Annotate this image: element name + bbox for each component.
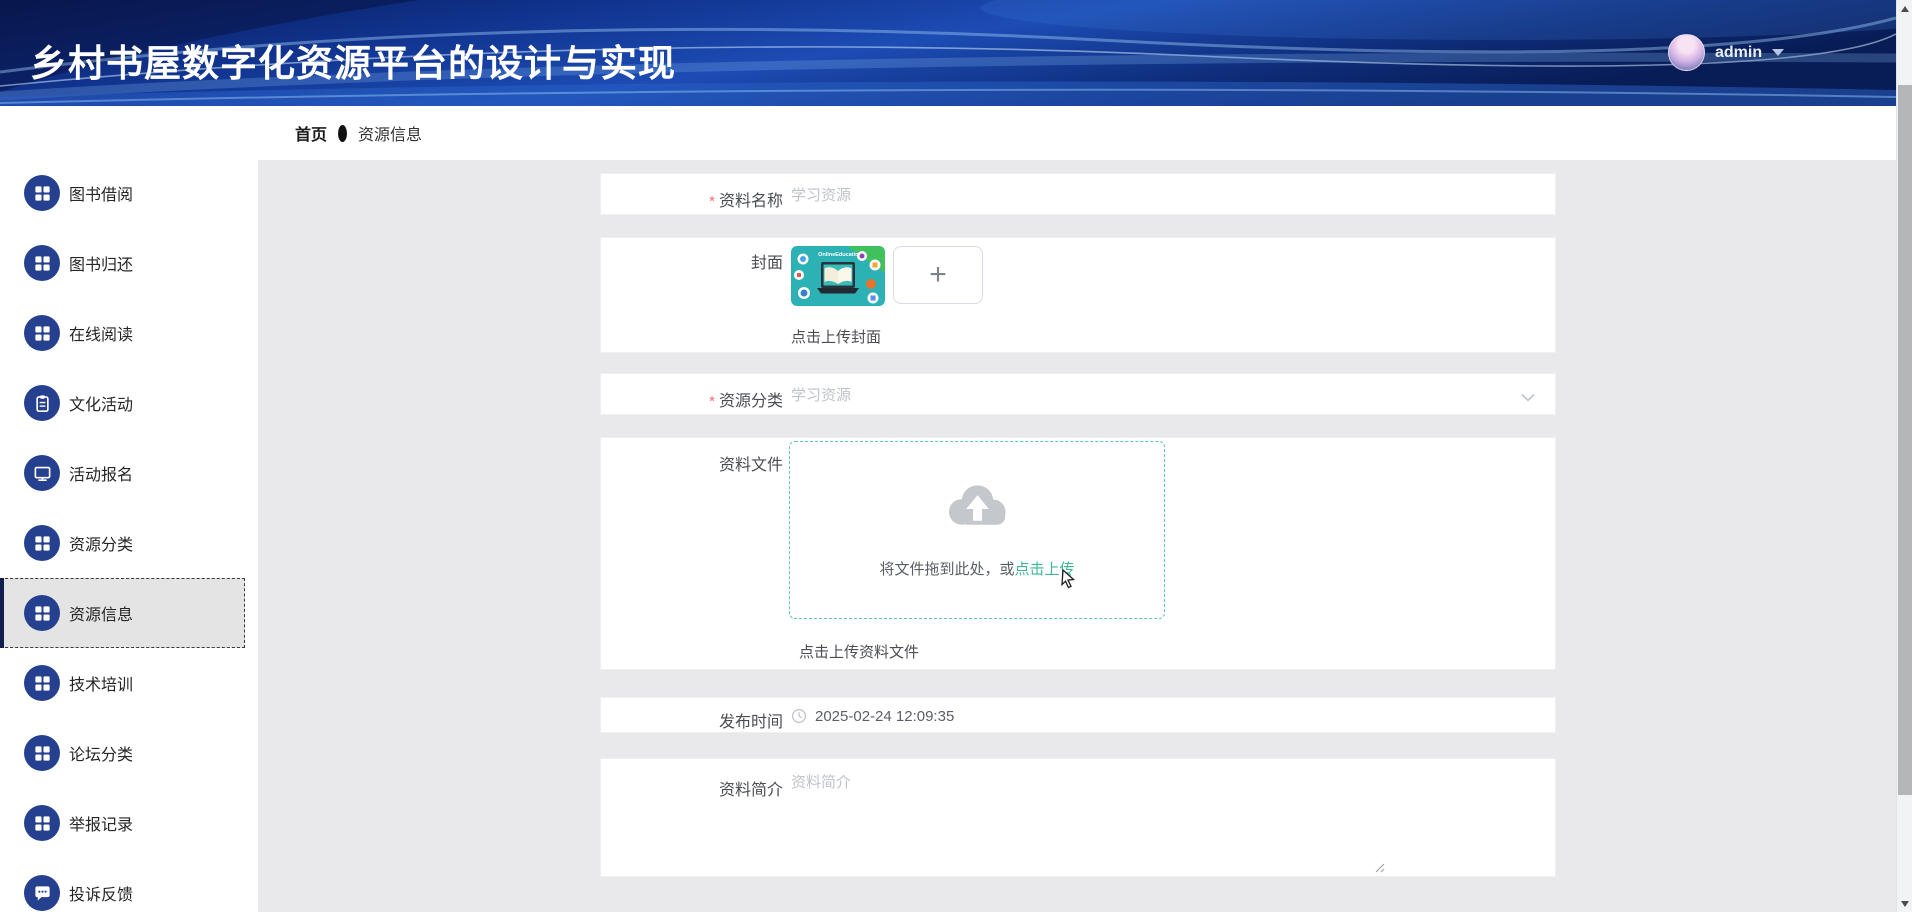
- grid-icon: [24, 735, 60, 771]
- scrollbar[interactable]: [1896, 0, 1912, 912]
- scrollbar-thumb[interactable]: [1898, 85, 1912, 795]
- file-upload-hint: 点击上传资料文件: [799, 641, 919, 662]
- sidebar-item-report-records[interactable]: 举报记录: [0, 788, 258, 858]
- mouse-cursor-icon: [1058, 568, 1078, 590]
- page: 乡村书屋数字化资源平台的设计与实现 admin 首页 资源信息 图书借阅 图书归…: [0, 0, 1912, 912]
- sidebar-item-book-return[interactable]: 图书归还: [0, 228, 258, 298]
- sidebar-item-culture-activity[interactable]: 文化活动: [0, 368, 258, 438]
- sidebar-item-label: 资源分类: [69, 531, 133, 555]
- category-select[interactable]: [791, 382, 1521, 408]
- sidebar-item-forum-category[interactable]: 论坛分类: [0, 718, 258, 788]
- required-asterisk: *: [709, 393, 715, 410]
- grid-icon: [24, 315, 60, 351]
- sidebar-item-label: 技术培训: [69, 671, 133, 695]
- sidebar-item-activity-signup[interactable]: 活动报名: [0, 438, 258, 508]
- sidebar-item-label: 活动报名: [69, 461, 133, 485]
- chat-icon: [24, 875, 60, 911]
- sidebar-item-online-reading[interactable]: 在线阅读: [0, 298, 258, 368]
- user-menu[interactable]: admin: [1668, 34, 1784, 71]
- grid-icon: [24, 175, 60, 211]
- form-row-cover: 封面 OnlineEducation: [600, 237, 1556, 353]
- avatar: [1668, 34, 1705, 71]
- intro-textarea[interactable]: [791, 771, 1391, 867]
- breadcrumb-separator: [338, 125, 347, 142]
- sidebar-item-book-borrow[interactable]: 图书借阅: [0, 158, 258, 228]
- sidebar-item-label: 在线阅读: [69, 321, 133, 345]
- monitor-icon: [24, 455, 60, 491]
- triangle-down-icon: [1901, 901, 1909, 907]
- grid-icon: [24, 805, 60, 841]
- page-title: 乡村书屋数字化资源平台的设计与实现: [30, 33, 676, 87]
- sidebar-item-label: 举报记录: [69, 811, 133, 835]
- sidebar-item-label: 文化活动: [69, 391, 133, 415]
- grid-icon: [24, 245, 60, 281]
- form-row-name: *资料名称: [600, 173, 1556, 215]
- cover-upload-hint: 点击上传封面: [791, 326, 881, 347]
- add-cover-button[interactable]: +: [893, 246, 983, 304]
- sidebar-item-label: 投诉反馈: [69, 881, 133, 905]
- publish-time-value[interactable]: 2025-02-24 12:09:35: [815, 708, 954, 725]
- sidebar-item-tech-training[interactable]: 技术培训: [0, 648, 258, 718]
- publish-time-label: 发布时间: [601, 708, 783, 732]
- breadcrumb-home[interactable]: 首页: [295, 121, 327, 145]
- plus-icon: +: [929, 260, 947, 290]
- file-dropzone[interactable]: 将文件拖到此处，或点击上传: [789, 441, 1165, 619]
- sidebar: 图书借阅 图书归还 在线阅读 文化活动 活动报名: [0, 106, 258, 912]
- textarea-resize-handle[interactable]: [1373, 861, 1385, 873]
- clipboard-icon: [24, 385, 60, 421]
- dropzone-text: 将文件拖到此处，或点击上传: [790, 558, 1164, 579]
- sidebar-item-resource-category[interactable]: 资源分类: [0, 508, 258, 578]
- file-label: 资料文件: [601, 451, 783, 475]
- svg-text:OnlineEducation: OnlineEducation: [818, 252, 862, 258]
- sidebar-item-label: 图书归还: [69, 251, 133, 275]
- clock-icon: [791, 708, 807, 724]
- form-row-file: 资料文件 将文件拖到此处，或点击上传: [600, 437, 1556, 670]
- cover-label: 封面: [601, 249, 783, 273]
- breadcrumb-current: 资源信息: [358, 121, 422, 145]
- cover-thumbnail[interactable]: OnlineEducation: [791, 246, 885, 306]
- sidebar-item-label: 论坛分类: [69, 741, 133, 765]
- app-header: 乡村书屋数字化资源平台的设计与实现 admin: [0, 0, 1896, 106]
- scroll-up-button[interactable]: [1897, 0, 1912, 17]
- sidebar-item-complaint-feedback[interactable]: 投诉反馈: [0, 858, 258, 912]
- form-row-publish-time: 发布时间 2025-02-24 12:09:35: [600, 697, 1556, 733]
- breadcrumb: 首页 资源信息: [258, 106, 1896, 160]
- sidebar-item-label: 资源信息: [69, 601, 133, 625]
- main-content: *资料名称 封面 OnlineEducation: [258, 160, 1896, 912]
- grid-icon: [24, 665, 60, 701]
- triangle-up-icon: [1901, 6, 1909, 12]
- form-row-intro: 资料简介: [600, 758, 1556, 877]
- intro-label: 资料简介: [601, 776, 783, 800]
- cloud-upload-icon: [944, 480, 1010, 532]
- name-input[interactable]: [791, 182, 1521, 208]
- required-asterisk: *: [709, 193, 715, 210]
- sidebar-item-label: 图书借阅: [69, 181, 133, 205]
- grid-icon: [24, 525, 60, 561]
- scroll-down-button[interactable]: [1897, 895, 1912, 912]
- cover-illustration: OnlineEducation: [791, 246, 885, 306]
- grid-icon: [24, 595, 60, 631]
- name-label: *资料名称: [601, 187, 783, 211]
- form-row-category: *资源分类: [600, 373, 1556, 415]
- category-label: *资源分类: [601, 387, 783, 411]
- sidebar-item-resource-info[interactable]: 资源信息: [0, 578, 245, 648]
- chevron-down-icon[interactable]: [1521, 389, 1535, 407]
- username: admin: [1715, 44, 1762, 62]
- chevron-down-icon: [1772, 49, 1784, 56]
